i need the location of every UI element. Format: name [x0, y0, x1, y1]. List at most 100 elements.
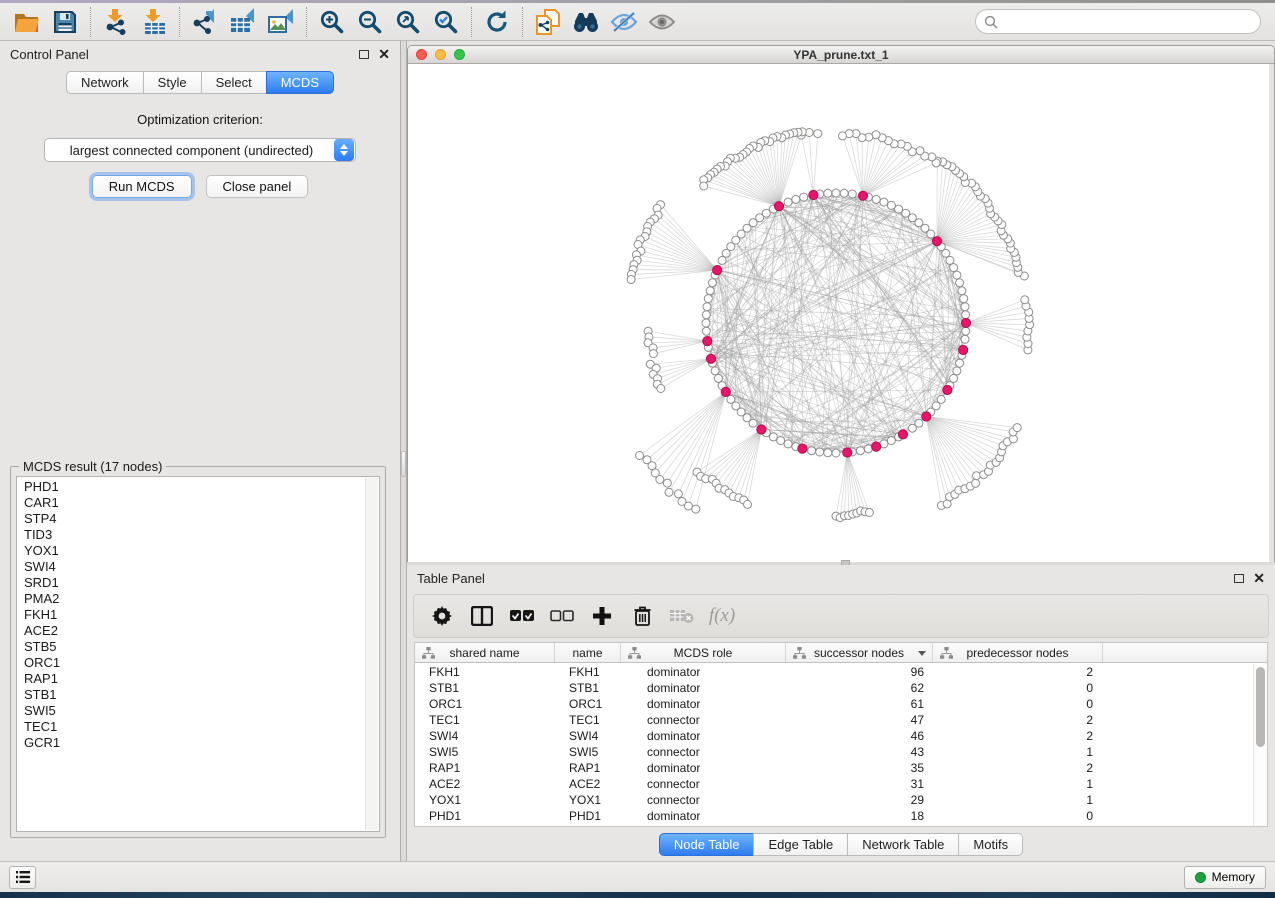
- column-label: MCDS role: [674, 646, 733, 660]
- tab-network[interactable]: Network: [66, 71, 144, 94]
- add-column-button[interactable]: [584, 599, 620, 633]
- delete-column-button[interactable]: [624, 599, 660, 633]
- table-row[interactable]: RAP1RAP1dominator352: [415, 760, 1253, 776]
- import-table-button[interactable]: [135, 6, 173, 38]
- column-header-name[interactable]: name: [555, 643, 621, 662]
- table-row[interactable]: ACE2ACE2connector311: [415, 776, 1253, 792]
- first-neighbors-button[interactable]: [567, 6, 605, 38]
- table-settings-button[interactable]: [424, 599, 460, 633]
- search-box[interactable]: [975, 9, 1261, 34]
- close-table-panel-icon[interactable]: ✕: [1253, 573, 1265, 583]
- tab-style[interactable]: Style: [143, 71, 202, 94]
- cell-shared-name: ACE2: [415, 776, 555, 792]
- mcds-result-item[interactable]: PMA2: [17, 591, 365, 607]
- mcds-result-item[interactable]: RAP1: [17, 671, 365, 687]
- import-table-icon: [141, 8, 168, 35]
- gear-icon: [432, 606, 452, 626]
- run-mcds-button[interactable]: Run MCDS: [92, 175, 192, 198]
- task-history-button[interactable]: [9, 866, 36, 889]
- close-panel-button[interactable]: Close panel: [206, 175, 309, 198]
- clone-network-button[interactable]: [529, 6, 567, 38]
- table-tab-node-table[interactable]: Node Table: [659, 833, 755, 856]
- select-all-button[interactable]: [504, 599, 540, 633]
- table-row[interactable]: YOX1YOX1connector291: [415, 792, 1253, 808]
- cell-name: TEC1: [555, 712, 621, 728]
- cell-name: RAP1: [555, 760, 621, 776]
- mcds-result-item[interactable]: STP4: [17, 511, 365, 527]
- table-row[interactable]: ORC1ORC1dominator610: [415, 696, 1253, 712]
- close-panel-icon[interactable]: ✕: [378, 49, 390, 59]
- mcds-result-item[interactable]: CAR1: [17, 495, 365, 511]
- cell-name: PHD1: [555, 808, 621, 824]
- table-scrollbar-thumb[interactable]: [1256, 667, 1265, 747]
- cell-name: ORC1: [555, 696, 621, 712]
- float-table-panel-icon[interactable]: [1234, 574, 1244, 583]
- mcds-result-item[interactable]: STB5: [17, 639, 365, 655]
- hide-selected-button[interactable]: [605, 6, 643, 38]
- search-input[interactable]: [1003, 15, 1252, 29]
- mcds-result-item[interactable]: SWI5: [17, 703, 365, 719]
- clone-network-icon: [535, 8, 561, 36]
- mcds-result-item[interactable]: SRD1: [17, 575, 365, 591]
- mcds-result-item[interactable]: FKH1: [17, 607, 365, 623]
- splitter-grip[interactable]: [401, 451, 406, 477]
- criterion-dropdown[interactable]: largest connected component (undirected): [44, 138, 356, 162]
- table-row[interactable]: TEC1TEC1connector472: [415, 712, 1253, 728]
- zoom-fit-button[interactable]: [389, 6, 427, 38]
- mcds-result-list[interactable]: PHD1CAR1STP4TID3YOX1SWI4SRD1PMA2FKH1ACE2…: [16, 476, 380, 832]
- delete-table-button-disabled: [664, 599, 700, 633]
- table-row[interactable]: SWI4SWI4dominator462: [415, 728, 1253, 744]
- column-header-successor-nodes[interactable]: successor nodes: [786, 643, 933, 662]
- mcds-result-item[interactable]: PHD1: [17, 479, 365, 495]
- deselect-all-button[interactable]: [544, 599, 580, 633]
- export-network-button[interactable]: [186, 6, 224, 38]
- mcds-result-item[interactable]: SWI4: [17, 559, 365, 575]
- export-image-button[interactable]: [262, 6, 300, 38]
- mcds-list-scrollbar[interactable]: [365, 478, 378, 830]
- tab-mcds[interactable]: MCDS: [266, 71, 334, 94]
- table-row[interactable]: PHD1PHD1dominator180: [415, 808, 1253, 824]
- table-tab-network-table[interactable]: Network Table: [847, 833, 959, 856]
- panel-splitter[interactable]: [400, 41, 407, 861]
- cell-shared-name: STB1: [415, 680, 555, 696]
- table-tab-motifs[interactable]: Motifs: [958, 833, 1023, 856]
- table-row[interactable]: STB1STB1dominator620: [415, 680, 1253, 696]
- mcds-result-item[interactable]: GCR1: [17, 735, 365, 751]
- column-header-shared-name[interactable]: shared name: [415, 643, 555, 662]
- toolbar-separator: [471, 7, 472, 37]
- import-network-button[interactable]: [97, 6, 135, 38]
- zoom-out-button[interactable]: [351, 6, 389, 38]
- tab-select[interactable]: Select: [201, 71, 267, 94]
- zoom-selected-button[interactable]: [427, 6, 465, 38]
- zoom-in-button[interactable]: [313, 6, 351, 38]
- save-session-button[interactable]: [46, 6, 84, 38]
- refresh-layout-button[interactable]: [478, 6, 516, 38]
- float-panel-icon[interactable]: [359, 50, 369, 59]
- network-canvas[interactable]: [408, 64, 1269, 562]
- mcds-result-item[interactable]: TEC1: [17, 719, 365, 735]
- show-all-button[interactable]: [643, 6, 681, 38]
- column-header-filler: [1103, 643, 1267, 662]
- show-column-panel-button[interactable]: [464, 599, 500, 633]
- table-row[interactable]: FKH1FKH1dominator962: [415, 664, 1253, 680]
- mcds-result-item[interactable]: STB1: [17, 687, 365, 703]
- network-window-titlebar[interactable]: YPA_prune.txt_1: [408, 46, 1274, 64]
- cell-shared-name: YOX1: [415, 792, 555, 808]
- memory-label: Memory: [1212, 870, 1255, 884]
- table-tab-edge-table[interactable]: Edge Table: [753, 833, 848, 856]
- column-header-predecessor-nodes[interactable]: predecessor nodes: [933, 643, 1103, 662]
- table-scrollbar[interactable]: [1253, 664, 1267, 826]
- column-header-MCDS-role[interactable]: MCDS role: [621, 643, 786, 662]
- mcds-result-item[interactable]: ORC1: [17, 655, 365, 671]
- unchecked-boxes-icon: [550, 610, 574, 622]
- cell-name: SWI4: [555, 728, 621, 744]
- mcds-result-item[interactable]: ACE2: [17, 623, 365, 639]
- sort-chevron-icon[interactable]: [918, 651, 926, 656]
- export-table-button[interactable]: [224, 6, 262, 38]
- open-file-button[interactable]: [8, 6, 46, 38]
- memory-button[interactable]: Memory: [1184, 866, 1266, 889]
- mcds-result-item[interactable]: TID3: [17, 527, 365, 543]
- cell-shared-name: SWI5: [415, 744, 555, 760]
- table-row[interactable]: SWI5SWI5connector431: [415, 744, 1253, 760]
- mcds-result-item[interactable]: YOX1: [17, 543, 365, 559]
